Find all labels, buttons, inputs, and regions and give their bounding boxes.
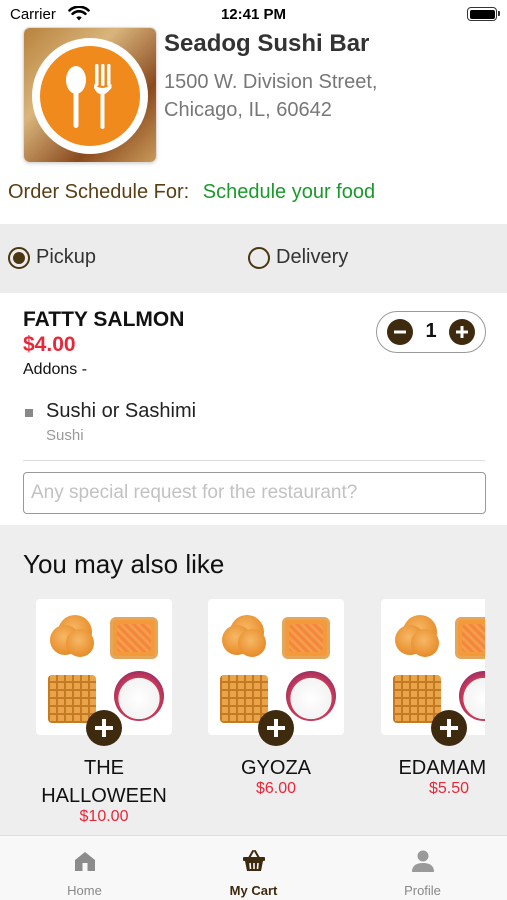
addon-category: Sushi — [46, 427, 84, 444]
tab-profile-label: Profile — [404, 883, 441, 898]
restaurant-logo — [24, 28, 156, 162]
addon-name: Sushi or Sashimi — [46, 400, 197, 422]
pickup-option[interactable]: Pickup — [8, 246, 96, 269]
special-request-input[interactable] — [23, 472, 486, 514]
plus-icon — [456, 326, 468, 338]
address-line-2: Chicago, IL, 60642 — [164, 99, 332, 121]
tab-my-cart[interactable]: My Cart — [169, 836, 338, 900]
home-icon — [75, 852, 95, 871]
person-icon — [412, 850, 434, 872]
address-line-1: 1500 W. Division Street, — [164, 71, 378, 93]
addon-bullet — [25, 409, 33, 417]
tab-bar: Home My Cart Profile — [0, 835, 507, 900]
delivery-option[interactable]: Delivery — [248, 246, 348, 269]
add-to-cart-button[interactable] — [86, 710, 122, 746]
battery-icon — [467, 7, 500, 21]
recommendation-name: THE HALLOWEEN — [41, 757, 167, 807]
add-to-cart-button[interactable] — [258, 710, 294, 746]
recommendation-name: GYOZA — [240, 757, 311, 779]
divider — [23, 460, 485, 461]
fork-spoon-icon — [66, 64, 112, 129]
quantity-stepper: 1 — [376, 311, 486, 353]
restaurant-header: Seadog Sushi Bar 1500 W. Division Street… — [0, 28, 507, 168]
recommendations-section: You may also like THE HALLOWEEN $10.00 G… — [0, 525, 507, 835]
item-name: FATTY SALMON — [23, 308, 185, 331]
addons-label: Addons - — [23, 361, 88, 378]
item-price: $4.00 — [23, 333, 76, 356]
decrease-quantity-button[interactable] — [387, 319, 413, 345]
basket-icon — [243, 850, 265, 871]
radio-selected-icon[interactable] — [8, 246, 30, 269]
cart-item: FATTY SALMON $4.00 Addons - 1 Sushi or S… — [0, 293, 507, 525]
increase-quantity-button[interactable] — [449, 319, 475, 345]
tab-profile[interactable]: Profile — [338, 836, 507, 900]
schedule-link[interactable]: Schedule your food — [203, 181, 375, 203]
tab-home-label: Home — [67, 883, 102, 898]
order-type-bar: Pickup Delivery — [0, 224, 507, 293]
tab-my-cart-label: My Cart — [229, 883, 278, 898]
restaurant-address: 1500 W. Division Street, Chicago, IL, 60… — [164, 68, 494, 124]
recommendations-title: You may also like — [23, 549, 225, 579]
clock: 12:41 PM — [220, 6, 287, 23]
plus-icon — [95, 719, 113, 737]
pickup-label: Pickup — [36, 246, 97, 268]
add-to-cart-button[interactable] — [431, 710, 467, 746]
order-schedule: Order Schedule For: Schedule your food — [8, 181, 375, 204]
recommendation-price: $5.50 — [428, 780, 470, 797]
status-bar: Carrier 12:41 PM — [0, 0, 507, 30]
tab-home[interactable]: Home — [0, 836, 169, 900]
recommendation-price: $10.00 — [79, 808, 129, 825]
restaurant-name: Seadog Sushi Bar — [164, 30, 370, 57]
quantity-value: 1 — [425, 320, 437, 342]
delivery-label: Delivery — [276, 246, 349, 268]
plus-icon — [267, 719, 285, 737]
recommendations-carousel[interactable]: THE HALLOWEEN $10.00 GYOZA $6.00 EDAMAM … — [0, 599, 485, 835]
radio-unselected-icon[interactable] — [248, 246, 270, 269]
recommendation-price: $6.00 — [255, 780, 297, 797]
schedule-label: Order Schedule For: — [8, 181, 190, 203]
plus-icon — [440, 719, 458, 737]
minus-icon — [394, 330, 406, 334]
recommendation-name: EDAMAME — [398, 757, 485, 779]
